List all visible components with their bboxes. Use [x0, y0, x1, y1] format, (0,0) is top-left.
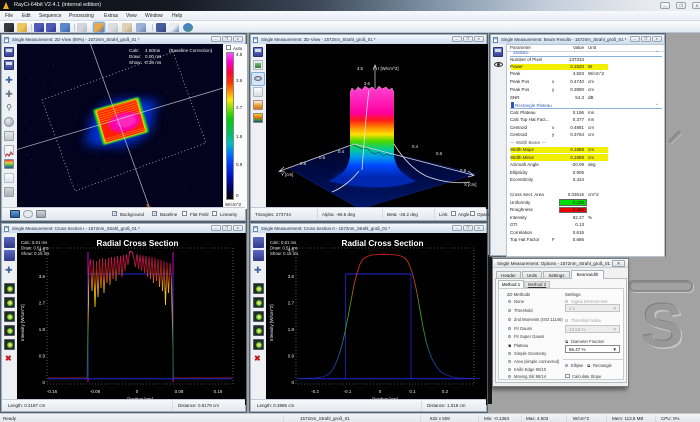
svg-text:Show:: Show:	[129, 60, 142, 65]
svg-text:1.8: 1.8	[288, 327, 295, 332]
svg-text:4.60ms: 4.60ms	[145, 48, 161, 53]
svg-text:3.6: 3.6	[364, 81, 371, 86]
svg-text:I [W/cm^2]: I [W/cm^2]	[378, 66, 399, 71]
svg-text:Radial Cross Section: Radial Cross Section	[97, 239, 179, 248]
svg-text:0.6: 0.6	[436, 151, 443, 156]
svg-text:-0.1: -0.1	[344, 389, 352, 394]
svg-text:Calc: 0.01 ms: Calc: 0.01 ms	[21, 240, 47, 245]
svg-text:Y [cm]: Y [cm]	[281, 172, 293, 177]
svg-text:2.7: 2.7	[39, 301, 46, 306]
svg-text:-0.08: -0.08	[90, 389, 101, 394]
svg-text:4.5: 4.5	[357, 66, 364, 71]
svg-text:Intensity [W/cm^2]: Intensity [W/cm^2]	[269, 304, 274, 341]
svg-text:Intensity [W/cm^2]: Intensity [W/cm^2]	[20, 304, 25, 341]
svg-text:0.8: 0.8	[460, 168, 467, 173]
svg-text:Calc:: Calc:	[129, 48, 139, 53]
svg-text:0.1: 0.1	[409, 389, 416, 394]
svg-text:Calc: 0.01 ms: Calc: 0.01 ms	[270, 240, 296, 245]
svg-text:4.5: 4.5	[288, 248, 295, 253]
svg-text:0.9: 0.9	[39, 354, 46, 359]
svg-text:4.5: 4.5	[39, 248, 46, 253]
svg-text:-0.16: -0.16	[47, 389, 58, 394]
svg-text:0.6: 0.6	[319, 155, 326, 160]
svg-text:(Baseline Correction): (Baseline Correction)	[169, 48, 213, 53]
svg-text:0.16: 0.16	[214, 389, 223, 394]
svg-text:3.6: 3.6	[39, 274, 46, 279]
svg-text:0.4: 0.4	[338, 149, 345, 154]
svg-text:Show: 0.15 ms: Show: 0.15 ms	[21, 251, 49, 256]
svg-text:3.6: 3.6	[288, 274, 295, 279]
svg-text:2.7: 2.7	[288, 301, 295, 306]
svg-text:0.9: 0.9	[288, 354, 295, 359]
svg-text:Draw:: Draw:	[129, 54, 141, 59]
svg-text:0.8: 0.8	[300, 161, 307, 166]
svg-text:0.00 ms: 0.00 ms	[145, 54, 162, 59]
svg-text:1.8: 1.8	[39, 327, 46, 332]
svg-text:Show: 0.15 ms: Show: 0.15 ms	[270, 251, 298, 256]
svg-text:0.08: 0.08	[175, 389, 184, 394]
svg-text:0.38 ms: 0.38 ms	[145, 60, 162, 65]
svg-text:0.4: 0.4	[412, 144, 419, 149]
svg-text:0.2: 0.2	[442, 389, 449, 394]
svg-text:X [cm]: X [cm]	[464, 182, 476, 187]
svg-text:Radial Cross Section: Radial Cross Section	[342, 239, 424, 248]
svg-text:-0.2: -0.2	[311, 389, 319, 394]
